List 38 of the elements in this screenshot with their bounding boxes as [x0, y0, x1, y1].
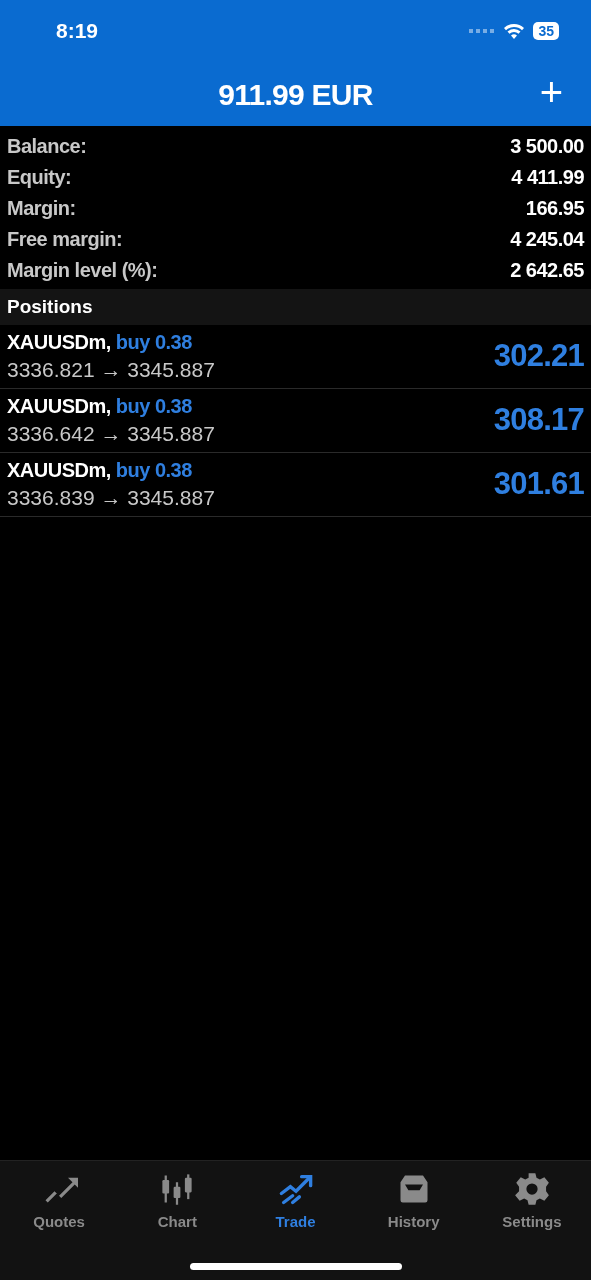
wifi-icon: [503, 23, 526, 39]
position-prices: 3336.642 → 3345.887: [7, 420, 215, 447]
position-row[interactable]: XAUUSDm, buy 0.38 3336.821 → 3345.887 302.21: [0, 325, 591, 389]
history-tab[interactable]: History: [354, 1161, 473, 1241]
quotes-tab[interactable]: Quotes: [0, 1161, 119, 1241]
position-prices: 3336.821 → 3345.887: [7, 356, 215, 383]
add-button[interactable]: +: [539, 70, 563, 114]
position-row[interactable]: XAUUSDm, buy 0.38 3336.839 → 3345.887 301.61: [0, 453, 591, 517]
summary-value: 4 411.99: [511, 164, 584, 190]
header-title: 911.99 EUR: [218, 76, 373, 113]
summary-label: Free margin:: [7, 226, 123, 252]
position-profit: 302.21: [493, 337, 584, 376]
position-row[interactable]: XAUUSDm, buy 0.38 3336.642 → 3345.887 308.17: [0, 389, 591, 453]
section-header: Positions: [7, 294, 93, 319]
summary-label: Margin:: [7, 195, 76, 221]
summary-label: Margin level (%):: [7, 257, 158, 283]
position-trade: buy 0.38: [115, 393, 192, 419]
position-symbol: XAUUSDm,: [7, 457, 111, 483]
summary-label: Equity:: [7, 164, 72, 190]
position-symbol: XAUUSDm,: [7, 393, 111, 419]
position-trade: buy 0.38: [115, 329, 192, 355]
position-prices: 3336.839 → 3345.887: [7, 484, 215, 511]
summary-value: 2 642.65: [510, 257, 584, 283]
summary-value: 4 245.04: [510, 226, 584, 252]
summary-label: Balance:: [7, 133, 87, 159]
summary-value: 166.95: [525, 195, 584, 221]
battery-icon: 35: [533, 22, 559, 40]
chart-tab[interactable]: Chart: [118, 1161, 237, 1241]
position-symbol: XAUUSDm,: [7, 329, 111, 355]
signal-icon: [469, 28, 496, 34]
trade-tab[interactable]: Trade: [236, 1161, 355, 1241]
summary-value: 3 500.00: [510, 133, 584, 159]
position-profit: 308.17: [493, 401, 584, 440]
settings-icon: [512, 1171, 551, 1207]
position-profit: 301.61: [493, 465, 584, 504]
settings-tab[interactable]: Settings: [472, 1161, 591, 1241]
position-trade: buy 0.38: [115, 457, 192, 483]
status-time: 8:19: [56, 18, 99, 45]
